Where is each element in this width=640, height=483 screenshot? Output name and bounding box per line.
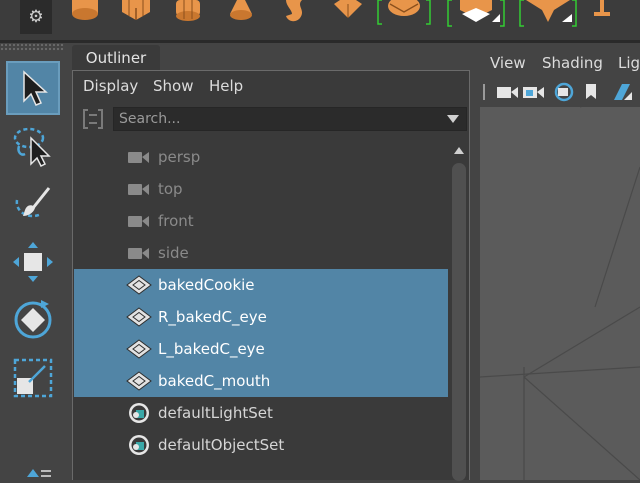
viewport-canvas[interactable] [480,107,640,480]
perspective-grid [480,107,640,480]
set-icon [126,433,152,457]
list-item[interactable]: side [74,237,448,269]
mesh-icon [126,305,152,329]
camera-lock-icon[interactable] [522,83,548,101]
tool-settings-icon [27,469,51,477]
bookmark-icon[interactable] [584,83,598,101]
item-label: L_bakedC_eye [158,340,265,358]
outliner-panel: Display Show Help persp top [72,70,470,481]
list-item[interactable]: R_bakedC_eye [74,301,448,333]
item-label: bakedC_mouth [158,372,271,390]
list-item[interactable]: front [74,205,448,237]
lasso-tool-button[interactable] [6,119,60,173]
item-label: bakedCookie [158,276,255,294]
item-label: R_bakedC_eye [158,308,267,326]
menu-help[interactable]: Help [209,77,243,95]
search-input[interactable] [114,107,440,131]
select-tool-button[interactable] [6,61,60,115]
camera-attributes-icon[interactable] [552,82,578,102]
list-item[interactable]: defaultLightSet [74,397,448,429]
item-label: side [158,244,189,262]
cylinder-icon[interactable] [68,0,102,22]
rotate-tool-button[interactable] [6,293,60,347]
rotate-icon [14,300,52,339]
mesh-icon [126,369,152,393]
set-icon [126,401,152,425]
list-item[interactable]: bakedCookie [74,269,448,301]
scroll-thumb[interactable] [452,163,466,481]
shelf: ⚙ [0,0,640,40]
camera-icon [126,241,152,265]
outliner-tree: persp top front side bakedCookie R_baked… [74,141,448,481]
menu-lighting[interactable]: Lig [618,54,640,72]
move-arrows-icon [13,242,53,282]
camera-icon [126,177,152,201]
move-tool-button[interactable] [6,235,60,289]
toolbox [0,43,64,480]
brush-icon [15,187,51,218]
diamond-icon[interactable] [330,0,366,22]
toolbox-grip[interactable] [0,43,64,51]
cube-icon[interactable] [120,0,152,22]
menu-show[interactable]: Show [153,77,193,95]
plane-bracket-icon[interactable] [518,0,578,30]
item-label: front [158,212,194,230]
tab-outliner[interactable]: Outliner [72,45,160,71]
item-label: defaultObjectSet [158,436,285,454]
search-field [113,107,467,131]
viewport-panel: View Shading Lig [476,43,640,480]
arrow-cursor-icon [23,70,48,106]
item-label: top [158,180,183,198]
scale-icon [13,358,53,398]
paint-select-tool-button[interactable] [6,177,60,231]
mesh-icon [126,273,152,297]
item-label: persp [158,148,201,166]
filter-icon[interactable] [81,107,105,131]
viewport-menubar: View Shading Lig [476,43,640,79]
sphere-bracket-icon[interactable] [376,0,432,28]
menu-view[interactable]: View [490,54,526,72]
viewport-toolbar [476,79,640,105]
cone-icon[interactable] [226,0,256,22]
list-item[interactable]: top [74,173,448,205]
image-plane-icon[interactable] [610,82,636,102]
outliner-menubar: Display Show Help [73,71,469,103]
list-item[interactable]: persp [74,141,448,173]
chevron-down-icon[interactable] [440,108,466,130]
scale-tool-button[interactable] [6,351,60,405]
list-item[interactable]: defaultObjectSet [74,429,448,461]
list-item[interactable]: bakedC_mouth [74,365,448,397]
camera-icon [126,145,152,169]
chevron-up-icon[interactable] [453,145,465,155]
outliner-scrollbar[interactable] [449,141,469,481]
mesh-icon [126,337,152,361]
lasso-icon [13,127,51,168]
gear-icon[interactable]: ⚙ [20,0,52,34]
torus-ring-icon[interactable] [172,0,204,22]
twist-icon[interactable] [280,0,310,24]
toolbar-divider [483,84,485,100]
tab-outliner-label: Outliner [85,49,147,67]
more-tools-button[interactable] [6,453,60,483]
pin-icon[interactable] [590,0,614,22]
camera-icon[interactable] [496,83,520,101]
cube-bracket-icon[interactable] [446,0,506,30]
menu-shading[interactable]: Shading [542,54,603,72]
item-label: defaultLightSet [158,404,273,422]
camera-icon [126,209,152,233]
menu-display[interactable]: Display [83,77,138,95]
list-item[interactable]: L_bakedC_eye [74,333,448,365]
